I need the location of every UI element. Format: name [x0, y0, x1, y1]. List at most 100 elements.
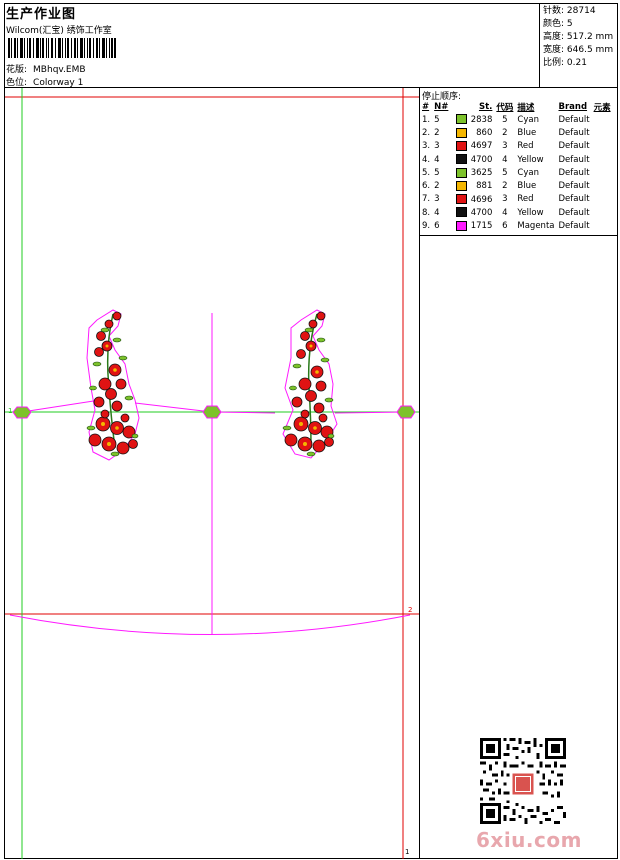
row-index: 8.	[422, 207, 431, 218]
row-stitches: 4696	[454, 193, 494, 206]
row-brand: Default	[558, 154, 590, 165]
table-row: 4. 4 4700 4 Yellow Default	[420, 153, 613, 166]
col-brand: Brand	[558, 102, 588, 112]
table-row: 5. 5 3625 5 Cyan Default	[420, 166, 613, 179]
color-swatch	[456, 220, 468, 231]
row-brand: Default	[558, 181, 590, 192]
col-element: 元素	[593, 103, 611, 113]
stop-sequence-table: # N# St. 代码 描述 Brand 元素 1. 5 2838 5 Cyan Defa…	[420, 101, 613, 233]
marker-1-label: 1	[8, 407, 12, 415]
row-element	[592, 166, 613, 179]
stat-stitches: 针数: 28714	[543, 6, 596, 16]
row-brand: Default	[558, 127, 590, 138]
row-element	[592, 206, 613, 219]
table-row: 8. 4 4700 4 Yellow Default	[420, 206, 613, 219]
table-row: 1. 5 2838 5 Cyan Default	[420, 113, 613, 126]
row-brand: Default	[558, 141, 590, 152]
colorway-value: Colorway 1	[33, 78, 84, 88]
row-description: Blue	[517, 127, 537, 138]
color-swatch	[456, 207, 468, 218]
row-code: 2	[502, 127, 508, 138]
row-brand: Default	[558, 207, 590, 218]
row-needle: 4	[434, 154, 440, 165]
col-stitches: St.	[478, 102, 493, 112]
barcode-image	[8, 38, 116, 58]
anchor-left-icon	[12, 406, 32, 419]
row-index: 3.	[422, 141, 431, 152]
row-stitches: 4700	[454, 153, 494, 166]
design-file-line: 花版: MBhqv.EMB	[6, 62, 92, 75]
stat-height: 高度: 517.2 mm	[543, 32, 614, 42]
row-description: Magenta	[517, 221, 555, 232]
marker-bottom-label: 1	[405, 848, 409, 856]
col-code: 代码	[496, 103, 514, 113]
anchor-right-icon	[396, 405, 416, 419]
row-description: Red	[517, 141, 534, 152]
row-stitches: 3625	[454, 166, 494, 179]
row-element	[592, 153, 613, 166]
stat-scale: 比例: 0.21	[543, 58, 587, 68]
col-index: #	[422, 102, 430, 112]
row-stitches: 1715	[454, 219, 494, 232]
row-stitches: 2838	[454, 113, 494, 126]
row-brand: Default	[558, 194, 590, 205]
row-stitches: 4700	[454, 206, 494, 219]
row-needle: 4	[434, 207, 440, 218]
row-brand: Default	[558, 167, 590, 178]
qr-code-image	[480, 738, 566, 824]
color-swatch	[456, 180, 468, 191]
row-stitches: 881	[454, 179, 494, 192]
color-swatch	[456, 114, 468, 125]
row-needle: 3	[434, 194, 440, 205]
flower-motif-left	[86, 309, 140, 461]
stat-width: 宽度: 646.5 mm	[543, 45, 614, 55]
flower-motif-right	[282, 309, 338, 459]
row-needle: 5	[434, 114, 440, 125]
row-stitches: 860	[454, 126, 494, 139]
company-name: Wilcom(汇宝) 绣饰工作室	[6, 26, 112, 36]
row-element	[592, 140, 613, 153]
table-row: 9. 6 1715 6 Magenta Default	[420, 219, 613, 232]
marker-2-label: 2	[408, 606, 412, 614]
row-brand: Default	[558, 114, 590, 125]
table-row: 7. 3 4696 3 Red Default	[420, 193, 613, 206]
row-code: 6	[502, 221, 508, 232]
color-swatch	[456, 167, 468, 178]
row-index: 7.	[422, 194, 431, 205]
row-code: 3	[502, 194, 508, 205]
row-code: 3	[502, 141, 508, 152]
row-description: Cyan	[517, 167, 539, 178]
row-index: 1.	[422, 114, 431, 125]
table-row: 2. 2 860 2 Blue Default	[420, 126, 613, 139]
design-value: MBhqv.EMB	[33, 65, 86, 75]
stat-colors: 颜色: 5	[543, 19, 573, 29]
table-row: 3. 3 4697 3 Red Default	[420, 140, 613, 153]
watermark-text: 6xiu.com	[476, 828, 582, 852]
row-needle: 3	[434, 141, 440, 152]
row-index: 6.	[422, 181, 431, 192]
row-description: Yellow	[517, 207, 544, 218]
col-needle: N#	[434, 102, 449, 112]
design-canvas: 1 2 1	[5, 88, 419, 859]
row-index: 4.	[422, 154, 431, 165]
stats-block: 针数: 28714 颜色: 5 高度: 517.2 mm 宽度: 646.5 m…	[543, 5, 613, 70]
row-element	[592, 126, 613, 139]
row-needle: 5	[434, 167, 440, 178]
row-description: Cyan	[517, 114, 539, 125]
row-element	[592, 179, 613, 192]
row-description: Blue	[517, 181, 537, 192]
color-swatch	[456, 154, 468, 165]
row-index: 5.	[422, 167, 431, 178]
color-swatch	[456, 194, 468, 205]
row-code: 2	[502, 181, 508, 192]
row-needle: 6	[434, 221, 440, 232]
table-row: 6. 2 881 2 Blue Default	[420, 179, 613, 192]
table-header-row: # N# St. 代码 描述 Brand 元素	[420, 101, 613, 113]
design-label: 花版:	[6, 65, 28, 75]
row-element	[592, 219, 613, 232]
colorway-line: 色位: Colorway 1	[6, 75, 89, 88]
row-code: 5	[502, 167, 508, 178]
row-index: 2.	[422, 127, 431, 138]
color-swatch	[456, 127, 468, 138]
row-code: 4	[502, 154, 508, 165]
